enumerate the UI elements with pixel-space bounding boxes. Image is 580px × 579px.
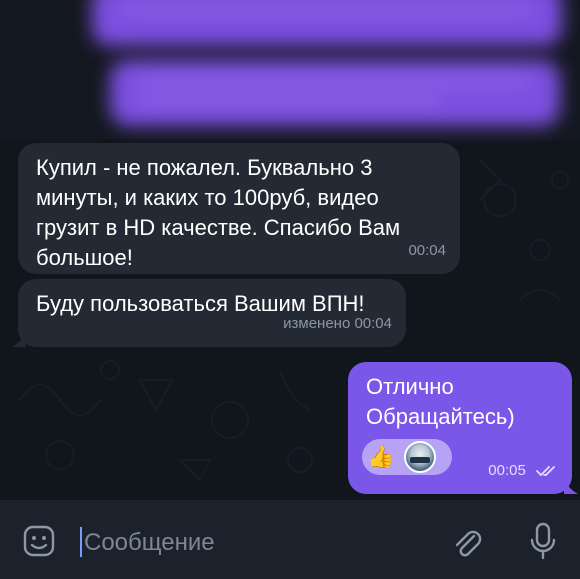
microphone-icon[interactable]	[528, 522, 558, 560]
incoming-message[interactable]: Буду пользоваться Вашим ВПН! изменено 00…	[12, 279, 406, 347]
message-time: изменено 00:04	[283, 315, 392, 332]
message-text: Отлично Обращайтесь)	[366, 374, 515, 429]
incoming-message[interactable]: Купил - не пожалел. Буквально 3 минуты, …	[18, 143, 460, 274]
message-time: 00:05	[488, 462, 526, 479]
message-meta: 00:05	[488, 456, 558, 486]
bubble-tail-icon	[564, 480, 578, 494]
message-composer	[0, 500, 580, 579]
message-time: 00:04	[408, 242, 446, 259]
bubble-tail-icon	[12, 333, 26, 347]
message-input[interactable]	[84, 528, 424, 558]
double-check-icon	[536, 466, 555, 477]
reaction-chip[interactable]: 👍	[362, 439, 452, 475]
outgoing-message[interactable]: Отлично Обращайтесь) 👍 00:05	[348, 362, 578, 494]
reactor-avatar	[404, 441, 436, 473]
blurred-outgoing-message	[92, 0, 562, 46]
blurred-message-area	[0, 0, 580, 140]
paperclip-icon[interactable]	[450, 526, 484, 560]
message-text: Купил - не пожалел. Буквально 3 минуты, …	[36, 155, 401, 270]
text-cursor	[80, 527, 82, 557]
emoji-face-icon[interactable]	[22, 524, 56, 558]
blurred-outgoing-message	[110, 60, 560, 126]
thumbs-up-icon: 👍	[367, 444, 395, 469]
